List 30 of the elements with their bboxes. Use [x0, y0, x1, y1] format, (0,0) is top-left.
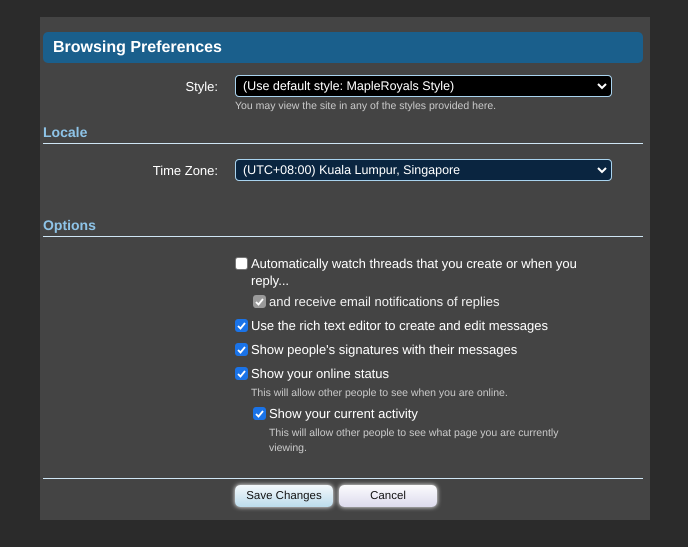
- option-hint: This will allow other people to see when you are online.: [251, 386, 509, 401]
- option-label: Automatically watch threads that you create or when you reply...: [251, 255, 578, 289]
- chevron-down-icon: [597, 82, 607, 90]
- style-label: Style:: [185, 78, 218, 94]
- option-label: Show your online status: [251, 365, 390, 382]
- dialog-title: Browsing Preferences: [43, 32, 643, 63]
- option-label: Use the rich text editor to create and edit messages: [251, 317, 548, 334]
- chevron-down-icon: [597, 166, 607, 174]
- time-zone-label: Time Zone:: [152, 162, 218, 178]
- style-hint: You may view the site in any of the styles provided here.: [235, 100, 498, 112]
- checkmark-icon: [237, 370, 246, 378]
- option-label: and receive email notifications of replies: [269, 293, 500, 310]
- checkbox[interactable]: [235, 319, 248, 332]
- option-hint: This will allow other people to see what page you are currently viewing.: [269, 426, 560, 456]
- checkmark-icon: [237, 322, 246, 330]
- section-heading: Locale: [43, 124, 643, 144]
- cancel-button[interactable]: Cancel: [339, 485, 437, 507]
- style-dropdown[interactable]: (Use default style: MapleRoyals Style): [235, 75, 612, 97]
- checkmark-icon: [255, 298, 264, 306]
- option-label: Show people's signatures with their messages: [251, 341, 518, 358]
- save-button[interactable]: Save Changes: [235, 485, 333, 507]
- checkbox[interactable]: [235, 257, 248, 270]
- time-zone-dropdown[interactable]: (UTC+08:00) Kuala Lumpur, Singapore: [235, 159, 612, 181]
- checkbox[interactable]: [235, 343, 248, 356]
- checkbox[interactable]: [253, 407, 266, 420]
- checkmark-icon: [237, 346, 246, 354]
- checkmark-icon: [255, 410, 264, 418]
- checkbox[interactable]: [235, 367, 248, 380]
- section-heading: Options: [43, 217, 643, 237]
- option-label: Show your current activity: [269, 405, 418, 422]
